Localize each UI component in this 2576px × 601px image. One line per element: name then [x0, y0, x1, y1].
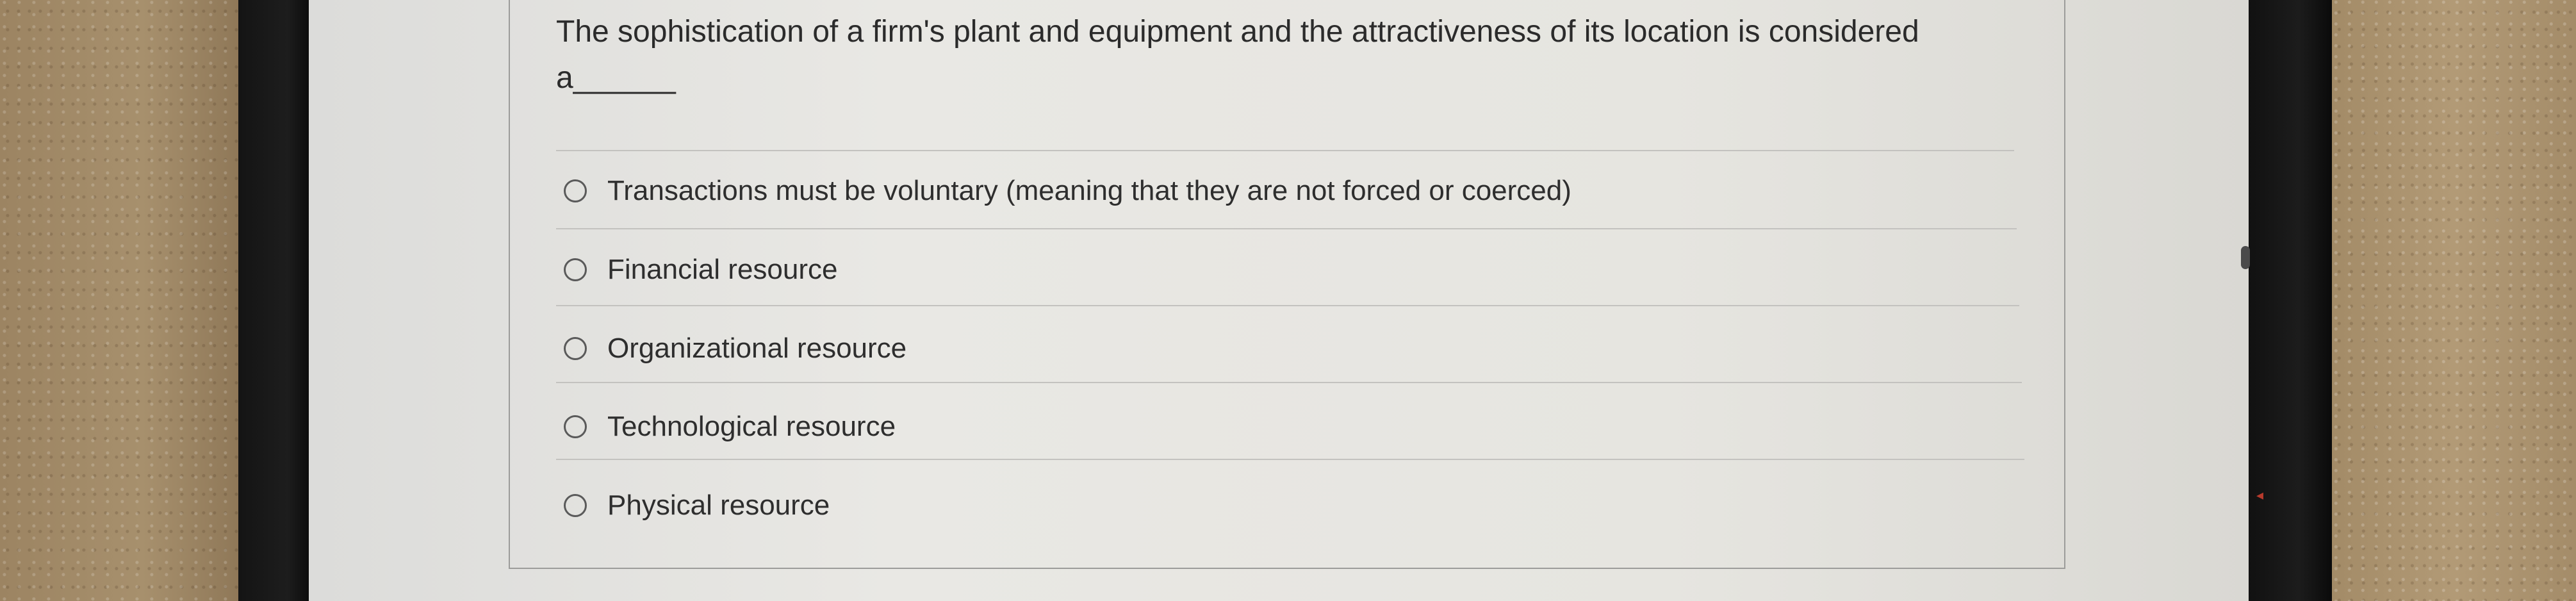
- radio-circle-icon[interactable]: [564, 179, 587, 202]
- option-transactions-voluntary[interactable]: Transactions must be voluntary (meaning …: [564, 169, 2037, 213]
- option-organizational-resource[interactable]: Organizational resource: [564, 326, 2037, 371]
- divider: [556, 459, 2024, 460]
- option-label: Financial resource: [607, 254, 838, 285]
- divider: [556, 382, 2022, 383]
- radio-circle-icon[interactable]: [564, 258, 587, 281]
- question-text: The sophistication of a firm's plant and…: [556, 15, 1919, 95]
- background-wall-left: [0, 0, 238, 601]
- option-label: Transactions must be voluntary (meaning …: [607, 175, 1571, 206]
- option-physical-resource[interactable]: Physical resource: [564, 483, 2037, 528]
- background-wall-right: [2332, 0, 2576, 601]
- monitor-bezel-left: [238, 0, 309, 601]
- divider: [556, 305, 2019, 306]
- divider: [556, 150, 2014, 151]
- red-cursor-icon: ◂: [2256, 487, 2264, 503]
- monitor-bezel-right: [2249, 0, 2332, 601]
- option-label: Physical resource: [607, 490, 830, 521]
- radio-circle-icon[interactable]: [564, 415, 587, 438]
- radio-circle-icon[interactable]: [564, 494, 587, 517]
- option-label: Organizational resource: [607, 333, 907, 364]
- option-label: Technological resource: [607, 411, 896, 442]
- radio-circle-icon[interactable]: [564, 337, 587, 360]
- divider: [556, 228, 2017, 229]
- option-technological-resource[interactable]: Technological resource: [564, 404, 2037, 449]
- option-financial-resource[interactable]: Financial resource: [564, 247, 2037, 292]
- scrollbar-thumb[interactable]: [2241, 246, 2250, 269]
